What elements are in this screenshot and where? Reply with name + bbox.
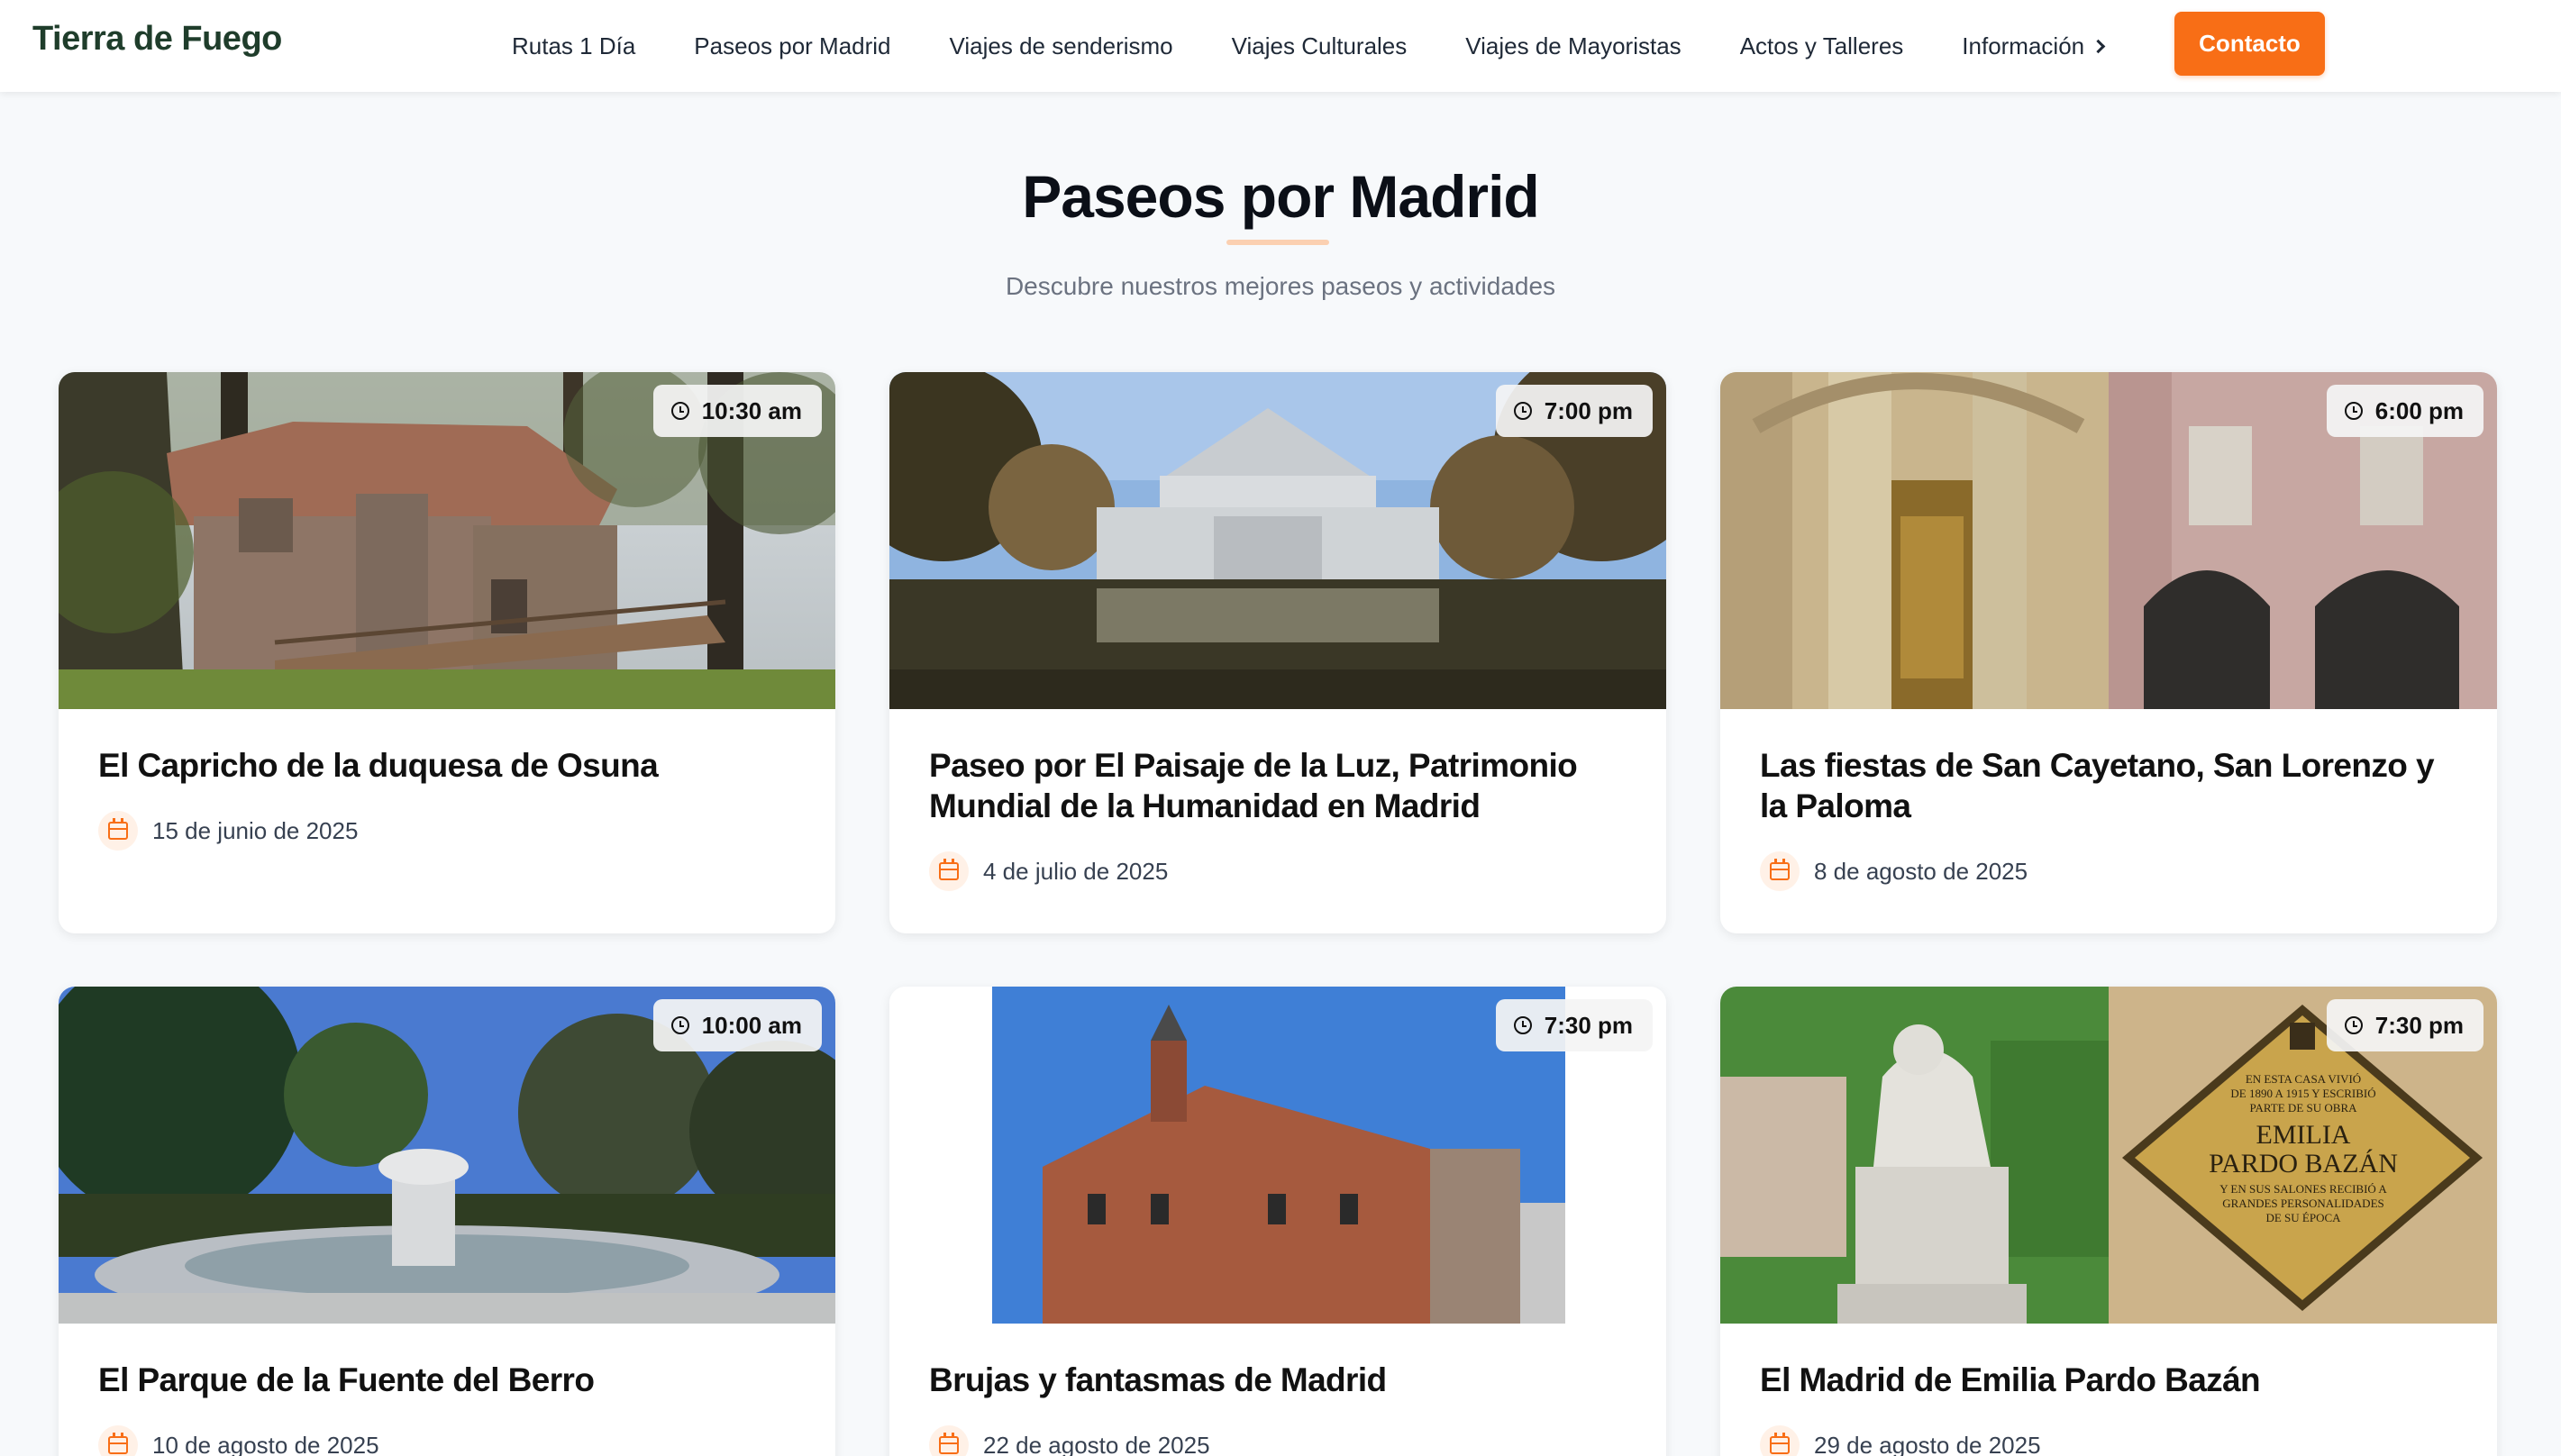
event-card[interactable]: 7:30 pm Brujas y fantasmas de Madrid 22 … [889, 987, 1666, 1456]
event-card[interactable]: 10:00 am El Parque de la Fuente del Berr… [59, 987, 835, 1456]
plaque-text: Y EN SUS SALONES RECIBIÓ A [2219, 1182, 2387, 1196]
nav-informacion[interactable]: Información [1962, 32, 2106, 60]
time-badge: 7:00 pm [1495, 385, 1653, 437]
event-card[interactable]: 7:00 pm Paseo por El Paisaje de la Luz, … [889, 372, 1666, 933]
event-title[interactable]: Paseo por El Paisaje de la Luz, Patrimon… [929, 745, 1627, 826]
event-title[interactable]: Las fiestas de San Cayetano, San Lorenzo… [1760, 745, 2457, 826]
event-time: 10:30 am [701, 396, 802, 424]
plaque-text: DE 1890 A 1915 Y ESCRIBIÓ [2230, 1087, 2376, 1100]
calendar-icon [98, 811, 138, 851]
calendar-icon [98, 1425, 138, 1456]
event-date: 22 de agosto de 2025 [983, 1431, 1210, 1456]
event-title[interactable]: Brujas y fantasmas de Madrid [929, 1360, 1627, 1400]
event-image: 7:30 pm [889, 987, 1666, 1324]
event-date: 29 de agosto de 2025 [1814, 1431, 2041, 1456]
event-date-row: 4 de julio de 2025 [929, 851, 1627, 891]
event-date-row: 22 de agosto de 2025 [929, 1425, 1627, 1456]
event-date-row: 8 de agosto de 2025 [1760, 851, 2457, 891]
chevron-right-icon [2091, 39, 2106, 54]
event-image: 7:00 pm [889, 372, 1666, 709]
clock-icon [670, 1016, 689, 1034]
nav-informacion-label: Información [1962, 32, 2085, 59]
plaque-name: PARDO BAZÁN [2209, 1149, 2398, 1178]
clock-icon [670, 402, 689, 420]
nav-actos-talleres[interactable]: Actos y Talleres [1740, 32, 1904, 60]
clock-icon [1513, 402, 1532, 420]
clock-icon [2344, 402, 2363, 420]
event-title[interactable]: El Madrid de Emilia Pardo Bazán [1760, 1360, 2457, 1400]
time-badge: 7:30 pm [1495, 999, 1653, 1051]
nav-viajes-mayoristas[interactable]: Viajes de Mayoristas [1465, 32, 1681, 60]
page-title: Paseos por Madrid [1022, 163, 1540, 230]
time-badge: 10:30 am [652, 385, 822, 437]
event-time: 6:00 pm [2374, 396, 2464, 424]
nav-paseos-por-madrid[interactable]: Paseos por Madrid [694, 32, 890, 60]
site-logo[interactable]: Tierra de Fuego [32, 20, 282, 59]
time-badge: 6:00 pm [2326, 385, 2484, 437]
clock-icon [1513, 1016, 1532, 1034]
nav-rutas-1-dia[interactable]: Rutas 1 Día [512, 32, 635, 60]
event-card[interactable]: 6:00 pm Las fiestas de San Cayetano, San… [1720, 372, 2497, 933]
main-nav: Rutas 1 Día Paseos por Madrid Viajes de … [512, 0, 2106, 92]
nav-viajes-culturales[interactable]: Viajes Culturales [1232, 32, 1408, 60]
plaque: EN ESTA CASA VIVIÓ DE 1890 A 1915 Y ESCR… [2200, 1072, 2407, 1225]
page-subtitle: Descubre nuestros mejores paseos y activ… [1005, 272, 1556, 300]
calendar-icon [929, 851, 969, 891]
event-time: 10:00 am [701, 1011, 802, 1039]
plaque-text: EN ESTA CASA VIVIÓ [2245, 1072, 2362, 1086]
event-time: 7:30 pm [1544, 1011, 1633, 1039]
site-header: Tierra de Fuego Rutas 1 Día Paseos por M… [0, 0, 2561, 92]
calendar-icon [929, 1425, 969, 1456]
plaque-text: GRANDES PERSONALIDADES [2222, 1197, 2384, 1210]
calendar-icon [1760, 1425, 1800, 1456]
event-date-row: 10 de agosto de 2025 [98, 1425, 796, 1456]
event-date-row: 15 de junio de 2025 [98, 811, 796, 851]
title-underline [1226, 240, 1329, 245]
clock-icon [2344, 1016, 2363, 1034]
event-image: 10:00 am [59, 987, 835, 1324]
event-date: 4 de julio de 2025 [983, 857, 1169, 885]
event-image: 10:30 am [59, 372, 835, 709]
plaque-text: DE SU ÉPOCA [2265, 1211, 2341, 1224]
event-date: 8 de agosto de 2025 [1814, 857, 2028, 885]
plaque-text: PARTE DE SU OBRA [2249, 1101, 2357, 1115]
event-image: 6:00 pm [1720, 372, 2497, 709]
event-date: 10 de agosto de 2025 [152, 1431, 379, 1456]
plaque-name: EMILIA [2256, 1120, 2351, 1150]
time-badge: 10:00 am [652, 999, 822, 1051]
nav-viajes-senderismo[interactable]: Viajes de senderismo [950, 32, 1173, 60]
event-title[interactable]: El Capricho de la duquesa de Osuna [98, 745, 796, 786]
calendar-icon [1760, 851, 1800, 891]
event-card[interactable]: EN ESTA CASA VIVIÓ DE 1890 A 1915 Y ESCR… [1720, 987, 2497, 1456]
time-badge: 7:30 pm [2326, 999, 2484, 1051]
event-time: 7:30 pm [2374, 1011, 2464, 1039]
event-title[interactable]: El Parque de la Fuente del Berro [98, 1360, 796, 1400]
event-image: EN ESTA CASA VIVIÓ DE 1890 A 1915 Y ESCR… [1720, 987, 2497, 1324]
contact-button[interactable]: Contacto [2174, 12, 2325, 76]
event-date: 15 de junio de 2025 [152, 816, 359, 844]
event-card[interactable]: 10:30 am El Capricho de la duquesa de Os… [59, 372, 835, 933]
event-time: 7:00 pm [1544, 396, 1633, 424]
event-date-row: 29 de agosto de 2025 [1760, 1425, 2457, 1456]
